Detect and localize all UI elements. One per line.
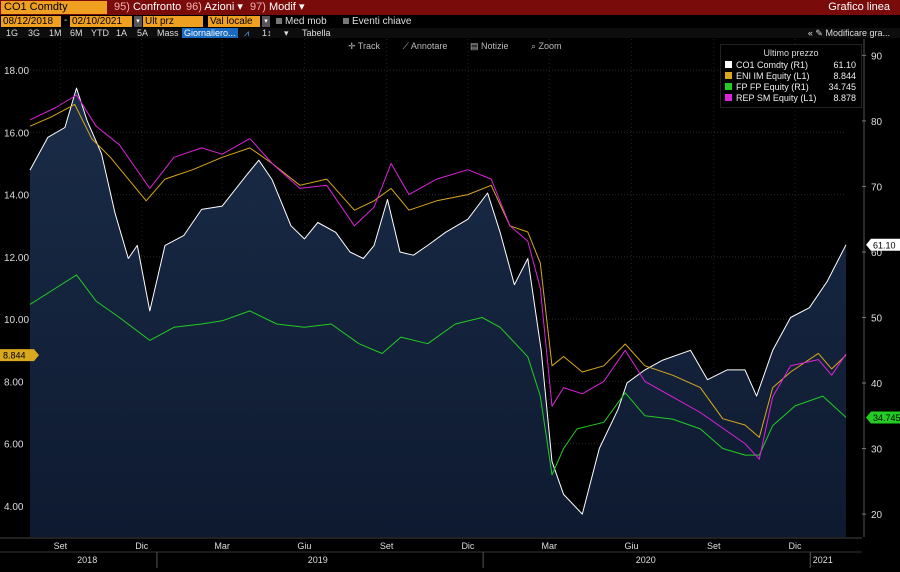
legend-swatch <box>725 61 732 68</box>
range-bar: 1G 3G 1M 6M YTD 1A 5A Mass Giornaliero..… <box>0 28 900 38</box>
right-tick-label: 70 <box>871 182 883 193</box>
x-tick-label: Dic <box>461 541 474 551</box>
right-tick-label: 90 <box>871 51 883 62</box>
legend-header: Ultimo prezzo <box>763 48 819 58</box>
legend-swatch <box>725 94 732 101</box>
table-button[interactable]: Tabella <box>302 28 331 38</box>
right-tick-label: 30 <box>871 445 883 456</box>
chart-type-icon[interactable]: 1↕ <box>262 28 272 38</box>
zoom-button[interactable]: ⌕ Zoom <box>531 41 572 51</box>
left-tick-label: 18.00 <box>4 66 29 77</box>
price-field-select[interactable]: Ult prz <box>143 16 203 27</box>
chevron-down-icon[interactable]: ▾ <box>262 16 270 27</box>
x-tick-label: Giu <box>297 541 311 551</box>
chevron-down-icon: ▾ <box>298 1 305 13</box>
actions-menu[interactable]: 96) Azioni ▾ <box>186 1 243 14</box>
price-chart[interactable]: 4.00 6.00 8.00 10.00 12.00 14.00 16.00 18.00 20… <box>0 39 900 572</box>
x-tick-label: Giu <box>624 541 638 551</box>
start-date-input[interactable]: 08/12/2018 <box>1 16 61 27</box>
line-chart-icon[interactable]: ⩘ <box>244 28 249 38</box>
left-tick-label: 6.00 <box>4 440 24 451</box>
range-5y-button[interactable]: 5A <box>137 28 148 38</box>
date-separator: - <box>64 15 68 26</box>
currency-select[interactable]: Val locale <box>208 16 260 27</box>
legend-item[interactable]: REP SM Equity (L1) 8.878 <box>725 93 859 103</box>
left-tick-label: 8.00 <box>4 377 24 388</box>
moving-average-checkbox[interactable] <box>276 18 282 24</box>
legend-swatch <box>725 83 732 90</box>
year-label: 2020 <box>636 555 656 565</box>
left-tick-label: 16.00 <box>4 128 29 139</box>
x-axis: Set Dic Mar Giu Set Dic Mar Giu Set Dic 2018 2019 20… <box>0 537 900 572</box>
ticker-field[interactable]: CO1 Comdty <box>1 1 107 14</box>
chart-toolbar: ✛ Track ⟋ Annotare ▤ Notizie ⌕ Zoom <box>348 41 582 52</box>
right-tick-label: 50 <box>871 313 883 324</box>
x-tick-label: Set <box>380 541 394 551</box>
compare-menu[interactable]: 95) Confronto <box>114 1 181 14</box>
news-button[interactable]: ▤ Notizie <box>470 41 519 51</box>
right-tick-label: 80 <box>871 117 883 128</box>
legend-swatch <box>725 72 732 79</box>
legend-item[interactable]: CO1 Comdty (R1) 61.10 <box>725 60 859 70</box>
left-tick-label: 12.00 <box>4 253 29 264</box>
year-label: 2019 <box>308 555 328 565</box>
window-title: Grafico linea <box>828 1 890 13</box>
legend-item[interactable]: ENI IM Equity (L1) 8.844 <box>725 71 859 81</box>
moving-average-label: Med mob <box>285 16 327 27</box>
controls-bar: 08/12/2018 - 02/10/2021 ▾ Ult prz Val lo… <box>0 15 900 27</box>
left-tick-label: 4.00 <box>4 502 24 513</box>
chevron-down-icon[interactable]: ▾ <box>284 28 289 38</box>
last-value-text-1: 8.844 <box>3 351 26 361</box>
right-tick-label: 20 <box>871 510 883 521</box>
edit-chart-label: Modificare gra... <box>825 28 890 38</box>
x-tick-label: Dic <box>135 541 148 551</box>
key-events-label: Eventi chiave <box>352 16 412 27</box>
chevron-down-icon[interactable]: ▾ <box>134 16 142 27</box>
annotate-button[interactable]: ⟋ Annotare <box>403 41 458 51</box>
range-ytd-button[interactable]: YTD <box>91 28 109 38</box>
edit-chart-button[interactable]: « ✎ Modificare gra... <box>808 28 890 38</box>
pencil-icon: ✎ <box>815 28 823 38</box>
x-tick-label: Mar <box>214 541 230 551</box>
range-1y-button[interactable]: 1A <box>116 28 127 38</box>
year-label: 2018 <box>77 555 97 565</box>
x-tick-label: Set <box>54 541 68 551</box>
x-tick-label: Dic <box>789 541 802 551</box>
end-date-input[interactable]: 02/10/2021 <box>70 16 132 27</box>
range-3d-button[interactable]: 3G <box>28 28 40 38</box>
range-max-button[interactable]: Mass <box>157 28 179 38</box>
range-6m-button[interactable]: 6M <box>70 28 83 38</box>
edit-menu[interactable]: 97) Modif ▾ <box>250 1 304 14</box>
top-menu-bar: CO1 Comdty 95) Confronto 96) Azioni ▾ 97… <box>0 0 900 15</box>
range-1m-button[interactable]: 1M <box>49 28 62 38</box>
range-1d-button[interactable]: 1G <box>6 28 18 38</box>
x-tick-label: Set <box>707 541 721 551</box>
right-tick-label: 40 <box>871 379 883 390</box>
track-button[interactable]: ✛ Track <box>348 41 390 51</box>
collapse-icon[interactable]: « <box>808 28 813 38</box>
frequency-select[interactable]: Giornaliero... <box>182 28 238 38</box>
x-tick-label: Mar <box>542 541 558 551</box>
chevron-down-icon: ▾ <box>237 1 243 13</box>
left-tick-label: 14.00 <box>4 191 29 202</box>
legend-item[interactable]: FP FP Equity (R1) 34.745 <box>725 82 859 92</box>
year-label: 2021 <box>813 555 833 565</box>
last-value-text-2: 34.745 <box>873 413 900 423</box>
left-tick-label: 10.00 <box>4 315 29 326</box>
key-events-checkbox[interactable] <box>343 18 349 24</box>
chart-legend: Ultimo prezzo CO1 Comdty (R1) 61.10 ENI … <box>720 44 862 108</box>
last-value-text-0: 61.10 <box>873 240 896 250</box>
